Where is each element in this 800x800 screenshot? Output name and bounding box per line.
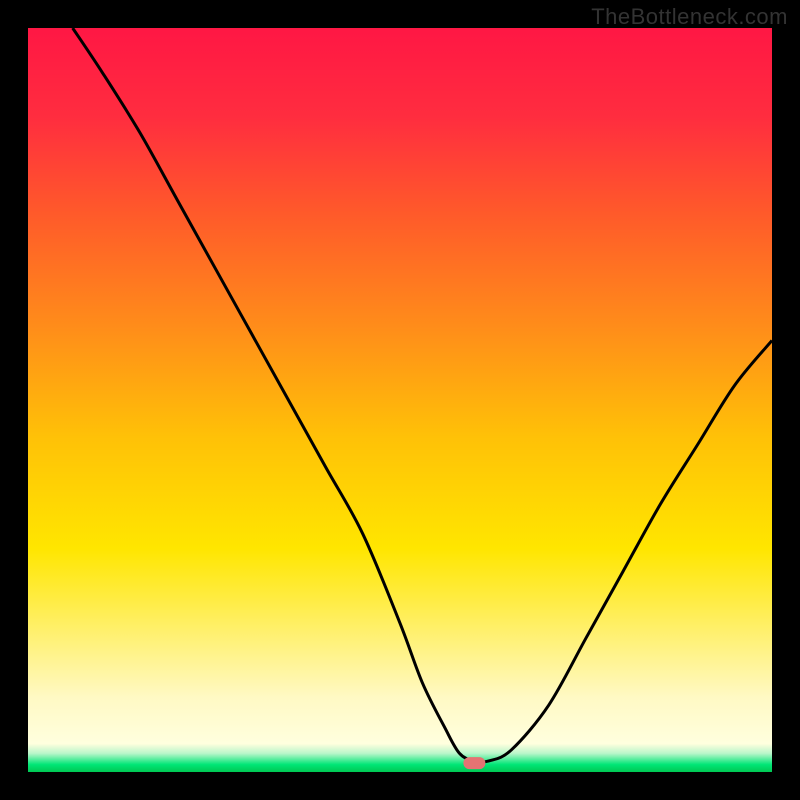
plot-area — [28, 28, 772, 772]
bottleneck-chart — [28, 28, 772, 772]
watermark-text: TheBottleneck.com — [591, 4, 788, 30]
chart-frame: TheBottleneck.com — [0, 0, 800, 800]
optimal-point-marker — [463, 757, 485, 769]
gradient-background — [28, 28, 772, 772]
